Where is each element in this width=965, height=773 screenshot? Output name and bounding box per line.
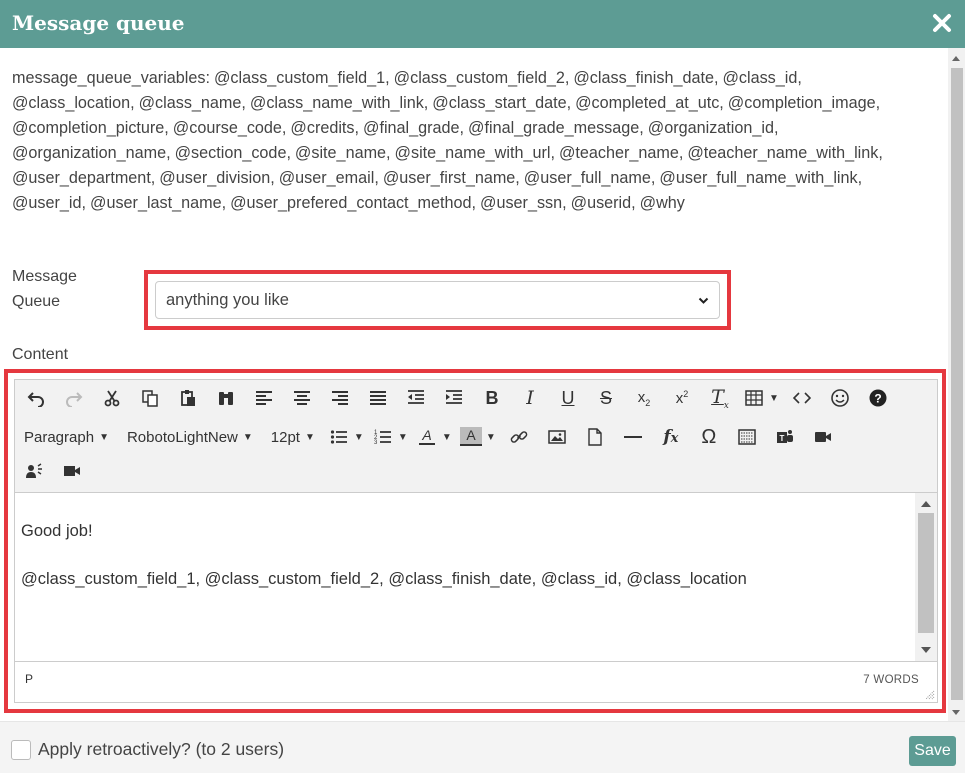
outdent-icon[interactable] bbox=[397, 383, 435, 413]
message-queue-label: Message Queue bbox=[12, 268, 77, 310]
subscript-icon[interactable]: x2 bbox=[625, 383, 663, 413]
formula-icon[interactable]: fx bbox=[652, 422, 690, 452]
find-replace-icon[interactable] bbox=[207, 383, 245, 413]
bold-icon[interactable]: B bbox=[473, 383, 511, 413]
caret-down-icon: ▼ bbox=[397, 431, 408, 443]
font-family-menu[interactable]: RobotoLightNew ▼ bbox=[118, 422, 262, 452]
table-menu[interactable]: ▼ bbox=[739, 383, 783, 413]
text-color-icon: A bbox=[412, 428, 442, 446]
underline-icon[interactable]: U bbox=[549, 383, 587, 413]
font-family-label: RobotoLightNew bbox=[126, 428, 238, 446]
font-size-label: 12pt bbox=[270, 428, 300, 446]
teams-icon[interactable]: T bbox=[766, 422, 804, 452]
caret-down-icon: ▼ bbox=[769, 392, 779, 404]
message-queue-select[interactable]: anything you like bbox=[155, 281, 720, 319]
dialog-scrollbar[interactable] bbox=[948, 48, 965, 721]
toolbar-row-2: Paragraph ▼ RobotoLightNew ▼ 12pt ▼ ▼ 123 ▼… bbox=[15, 422, 842, 452]
message-queue-highlight: anything you like bbox=[144, 270, 731, 330]
dialog-scrollbar-thumb[interactable] bbox=[951, 68, 963, 700]
editor-content-area[interactable]: Good job! @class_custom_field_1, @class_… bbox=[15, 493, 937, 661]
image-icon[interactable] bbox=[538, 422, 576, 452]
word-count: 7 WORDS bbox=[863, 674, 919, 686]
caret-down-icon: ▼ bbox=[353, 431, 364, 443]
bullet-list-menu[interactable]: ▼ bbox=[324, 422, 368, 452]
video-call-icon[interactable] bbox=[804, 422, 842, 452]
background-color-menu[interactable]: A ▼ bbox=[456, 422, 500, 452]
caret-down-icon: ▼ bbox=[304, 431, 315, 443]
align-right-icon[interactable] bbox=[321, 383, 359, 413]
numbered-list-icon: 123 bbox=[368, 428, 398, 446]
text-color-menu[interactable]: A ▼ bbox=[412, 422, 456, 452]
table-icon bbox=[739, 389, 769, 407]
chevron-down-icon bbox=[698, 297, 709, 304]
clear-formatting-icon[interactable]: Tx bbox=[701, 383, 739, 413]
speech-icon[interactable] bbox=[15, 456, 53, 486]
dialog-footer: Apply retroactively? (to 2 users) Save bbox=[0, 721, 965, 773]
editor-scrollbar[interactable] bbox=[915, 493, 937, 661]
svg-text:?: ? bbox=[874, 392, 881, 406]
variables-list: message_queue_variables: @class_custom_f… bbox=[12, 69, 883, 212]
format-menu[interactable]: Paragraph ▼ bbox=[15, 422, 118, 452]
format-menu-label: Paragraph bbox=[24, 428, 95, 446]
caret-down-icon: ▼ bbox=[242, 431, 253, 443]
paste-icon[interactable] bbox=[169, 383, 207, 413]
save-button[interactable]: Save bbox=[909, 736, 956, 766]
caret-down-icon: ▼ bbox=[441, 431, 452, 443]
document-icon[interactable] bbox=[576, 422, 614, 452]
apply-retroactively-checkbox[interactable] bbox=[11, 740, 31, 760]
close-icon[interactable] bbox=[929, 10, 955, 36]
message-queue-value: anything you like bbox=[166, 291, 289, 309]
svg-text:3: 3 bbox=[374, 440, 378, 446]
content-label: Content bbox=[12, 346, 69, 363]
numbered-list-menu[interactable]: 123 ▼ bbox=[368, 422, 412, 452]
editor-scrollbar-thumb[interactable] bbox=[918, 513, 934, 633]
scroll-down-icon[interactable] bbox=[952, 710, 960, 715]
help-icon[interactable]: ? bbox=[859, 383, 897, 413]
scroll-down-icon[interactable] bbox=[921, 647, 931, 653]
caret-down-icon: ▼ bbox=[99, 431, 109, 443]
caret-down-icon: ▼ bbox=[485, 431, 496, 443]
svg-text:A: A bbox=[421, 428, 431, 443]
strikethrough-icon[interactable]: S bbox=[587, 383, 625, 413]
dialog-title: Message queue bbox=[12, 11, 185, 35]
editor-statusbar: P 7 WORDS bbox=[15, 661, 937, 702]
link-icon[interactable] bbox=[500, 422, 538, 452]
rich-text-editor: B I U S x2 x2 Tx ▼ ? Paragraph ▼ RobotoLi… bbox=[14, 379, 938, 703]
toolbar-row-1: B I U S x2 x2 Tx ▼ ? bbox=[17, 383, 897, 413]
indent-icon[interactable] bbox=[435, 383, 473, 413]
editor-paragraph: Good job! bbox=[21, 522, 93, 540]
background-color-icon: A bbox=[456, 427, 486, 447]
redo-icon[interactable] bbox=[55, 383, 93, 413]
dialog-body: message_queue_variables: @class_custom_f… bbox=[0, 48, 947, 721]
editor-highlight: B I U S x2 x2 Tx ▼ ? Paragraph ▼ RobotoLi… bbox=[4, 369, 946, 713]
editor-text[interactable]: Good job! @class_custom_field_1, @class_… bbox=[21, 519, 747, 615]
italic-icon[interactable]: I bbox=[511, 383, 549, 413]
font-size-menu[interactable]: 12pt ▼ bbox=[262, 422, 324, 452]
svg-text:A: A bbox=[466, 427, 476, 443]
scroll-up-icon[interactable] bbox=[952, 56, 960, 61]
copy-icon[interactable] bbox=[131, 383, 169, 413]
scroll-up-icon[interactable] bbox=[921, 501, 931, 507]
source-code-icon[interactable] bbox=[783, 383, 821, 413]
undo-icon[interactable] bbox=[17, 383, 55, 413]
align-left-icon[interactable] bbox=[245, 383, 283, 413]
apply-retroactively-label[interactable]: Apply retroactively? (to 2 users) bbox=[38, 739, 284, 760]
bullet-list-icon bbox=[324, 428, 354, 446]
resize-handle-icon[interactable] bbox=[925, 690, 935, 700]
cut-icon[interactable] bbox=[93, 383, 131, 413]
video-icon[interactable] bbox=[53, 456, 91, 486]
superscript-icon[interactable]: x2 bbox=[663, 383, 701, 413]
element-path[interactable]: P bbox=[25, 672, 33, 686]
emoticon-icon[interactable] bbox=[821, 383, 859, 413]
template-icon[interactable] bbox=[728, 422, 766, 452]
svg-text:T: T bbox=[779, 434, 784, 443]
align-justify-icon[interactable] bbox=[359, 383, 397, 413]
horizontal-line-icon[interactable] bbox=[614, 422, 652, 452]
align-center-icon[interactable] bbox=[283, 383, 321, 413]
toolbar-row-3 bbox=[15, 456, 91, 486]
editor-paragraph: @class_custom_field_1, @class_custom_fie… bbox=[21, 570, 747, 588]
special-character-icon[interactable]: Ω bbox=[690, 422, 728, 452]
dialog-header: Message queue bbox=[0, 0, 965, 48]
